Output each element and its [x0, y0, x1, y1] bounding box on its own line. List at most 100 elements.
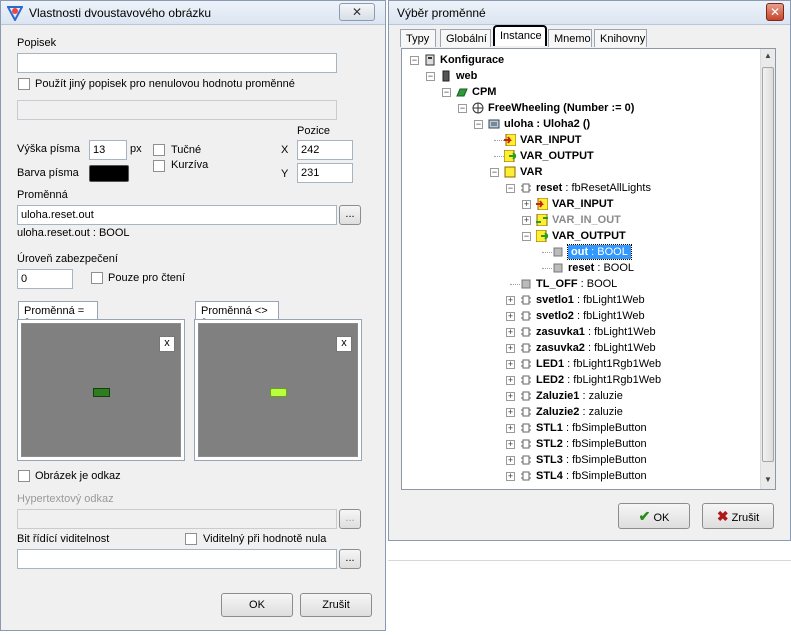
tree-node-name: STL2: [536, 438, 563, 450]
expand-toggle[interactable]: +: [506, 424, 515, 433]
tree-scrollbar[interactable]: ▲ ▼: [760, 49, 775, 489]
scroll-down-icon[interactable]: ▼: [764, 475, 772, 484]
collapse-toggle[interactable]: −: [522, 232, 531, 241]
tree-node[interactable]: out : BOOL: [567, 244, 632, 260]
visible-at-zero-checkbox[interactable]: [185, 533, 197, 545]
visibility-bit-input[interactable]: [17, 549, 337, 569]
alt-label-input[interactable]: [17, 100, 337, 120]
tree-node[interactable]: uloha : Uloha2 (): [504, 117, 590, 131]
hyperlink-input[interactable]: [17, 509, 337, 529]
expand-toggle[interactable]: +: [506, 456, 515, 465]
tree-node[interactable]: web: [456, 69, 477, 83]
expand-toggle[interactable]: +: [506, 440, 515, 449]
expand-toggle[interactable]: +: [506, 360, 515, 369]
ok-button[interactable]: OK: [221, 593, 293, 617]
tree-node[interactable]: svetlo1 : fbLight1Web: [536, 293, 645, 307]
italic-checkbox[interactable]: [153, 160, 165, 172]
expand-toggle[interactable]: +: [506, 392, 515, 401]
x-position-input[interactable]: [297, 140, 353, 160]
scroll-thumb[interactable]: [762, 67, 774, 462]
expand-toggle[interactable]: +: [522, 200, 531, 209]
tree-node[interactable]: VAR_OUTPUT: [552, 229, 626, 243]
tree-node[interactable]: VAR_INPUT: [552, 197, 614, 211]
tree-node-name: Zaluzie2: [536, 406, 580, 418]
tab-instance[interactable]: Instance: [493, 25, 547, 46]
tree-node[interactable]: reset : BOOL: [568, 261, 634, 275]
font-size-input[interactable]: [89, 140, 127, 160]
collapse-toggle[interactable]: −: [506, 184, 515, 193]
hyperlink-browse-button[interactable]: ...: [339, 509, 361, 529]
bool-icon: [553, 247, 563, 257]
tree-node[interactable]: VAR_OUTPUT: [520, 149, 594, 163]
tab-knihovny[interactable]: Knihovny: [594, 29, 647, 47]
tree-node-name: LED1: [536, 358, 565, 370]
alt-label-checkbox[interactable]: [18, 78, 30, 90]
tree-node[interactable]: reset : fbResetAllLights: [536, 181, 651, 195]
tab-typy[interactable]: Typy: [400, 29, 436, 47]
scroll-up-icon[interactable]: ▲: [764, 51, 772, 60]
collapse-toggle[interactable]: −: [490, 168, 499, 177]
visibility-bit-browse-button[interactable]: ...: [339, 549, 361, 569]
tab-globalni[interactable]: Globální: [440, 29, 491, 47]
tree-node[interactable]: STL2 : fbSimpleButton: [536, 437, 647, 451]
clear-zero-image-button[interactable]: x: [159, 336, 175, 352]
expand-toggle[interactable]: +: [506, 376, 515, 385]
close-button[interactable]: ✕: [766, 3, 784, 21]
variable-browse-button[interactable]: ...: [339, 205, 361, 225]
tree-node[interactable]: VAR: [520, 165, 542, 179]
tree-node[interactable]: STL1 : fbSimpleButton: [536, 421, 647, 435]
tree-node[interactable]: Zaluzie2 : zaluzie: [536, 405, 623, 419]
cancel-button-select[interactable]: ✖ Zrušit: [702, 503, 774, 529]
expand-toggle[interactable]: +: [506, 472, 515, 481]
tab-mnemo[interactable]: Mnemo: [548, 29, 592, 47]
readonly-checkbox[interactable]: [91, 272, 103, 284]
nonzero-image-preview[interactable]: x: [198, 323, 358, 457]
clear-nonzero-image-button[interactable]: x: [336, 336, 352, 352]
cancel-button[interactable]: Zrušit: [300, 593, 372, 617]
image-link-checkbox[interactable]: [18, 470, 30, 482]
tree-node[interactable]: STL4 : fbSimpleButton: [536, 469, 647, 483]
tree-node[interactable]: zasuvka2 : fbLight1Web: [536, 341, 656, 355]
expand-toggle[interactable]: +: [506, 344, 515, 353]
collapse-toggle[interactable]: −: [458, 104, 467, 113]
y-position-input[interactable]: [297, 163, 353, 183]
collapse-toggle[interactable]: −: [410, 56, 419, 65]
collapse-toggle[interactable]: −: [442, 88, 451, 97]
security-level-label: Úroveň zabezpečení: [17, 253, 118, 265]
fb-icon: [521, 183, 531, 193]
tree-node[interactable]: LED1 : fbLight1Rgb1Web: [536, 357, 661, 371]
tree-node[interactable]: VAR_INPUT: [520, 133, 582, 147]
popisek-input[interactable]: [17, 53, 337, 73]
security-level-input[interactable]: [17, 269, 73, 289]
tree-node[interactable]: zasuvka1 : fbLight1Web: [536, 325, 656, 339]
variable-input[interactable]: [17, 205, 337, 225]
collapse-toggle[interactable]: −: [426, 72, 435, 81]
tree-node[interactable]: svetlo2 : fbLight1Web: [536, 309, 645, 323]
bold-checkbox[interactable]: [153, 144, 165, 156]
expand-toggle[interactable]: +: [506, 328, 515, 337]
close-button[interactable]: ✕: [339, 3, 375, 21]
tree-node[interactable]: CPM: [472, 85, 496, 99]
expand-toggle[interactable]: +: [522, 216, 531, 225]
tree-node[interactable]: FreeWheeling (Number := 0): [488, 101, 634, 115]
ok-button-select[interactable]: ✔ OK: [618, 503, 690, 529]
collapse-toggle[interactable]: −: [474, 120, 483, 129]
tree-node-type: : fbLight1Rgb1Web: [564, 374, 662, 386]
tree-node-name: VAR_OUTPUT: [520, 150, 594, 162]
expand-toggle[interactable]: +: [506, 312, 515, 321]
tree-node[interactable]: STL3 : fbSimpleButton: [536, 453, 647, 467]
tree-node[interactable]: VAR_IN_OUT: [552, 213, 621, 227]
tree-node-name: LED2: [536, 374, 565, 386]
instance-tree[interactable]: − Konfigurace − web − CPM − FreeWheeling (Numbe…: [401, 48, 776, 490]
tree-node[interactable]: Zaluzie1 : zaluzie: [536, 389, 623, 403]
zero-image-preview[interactable]: x: [21, 323, 181, 457]
tree-node-name: svetlo1: [536, 294, 574, 306]
expand-toggle[interactable]: +: [506, 296, 515, 305]
tree-node[interactable]: TL_OFF : BOOL: [536, 277, 617, 291]
tree-node[interactable]: Konfigurace: [440, 53, 504, 67]
tree-node[interactable]: LED2 : fbLight1Rgb1Web: [536, 373, 661, 387]
tab-variable-zero[interactable]: Proměnná = 0: [18, 301, 98, 329]
expand-toggle[interactable]: +: [506, 408, 515, 417]
font-color-swatch[interactable]: [89, 165, 129, 182]
tab-variable-nonzero[interactable]: Proměnná <> 0: [195, 301, 279, 329]
